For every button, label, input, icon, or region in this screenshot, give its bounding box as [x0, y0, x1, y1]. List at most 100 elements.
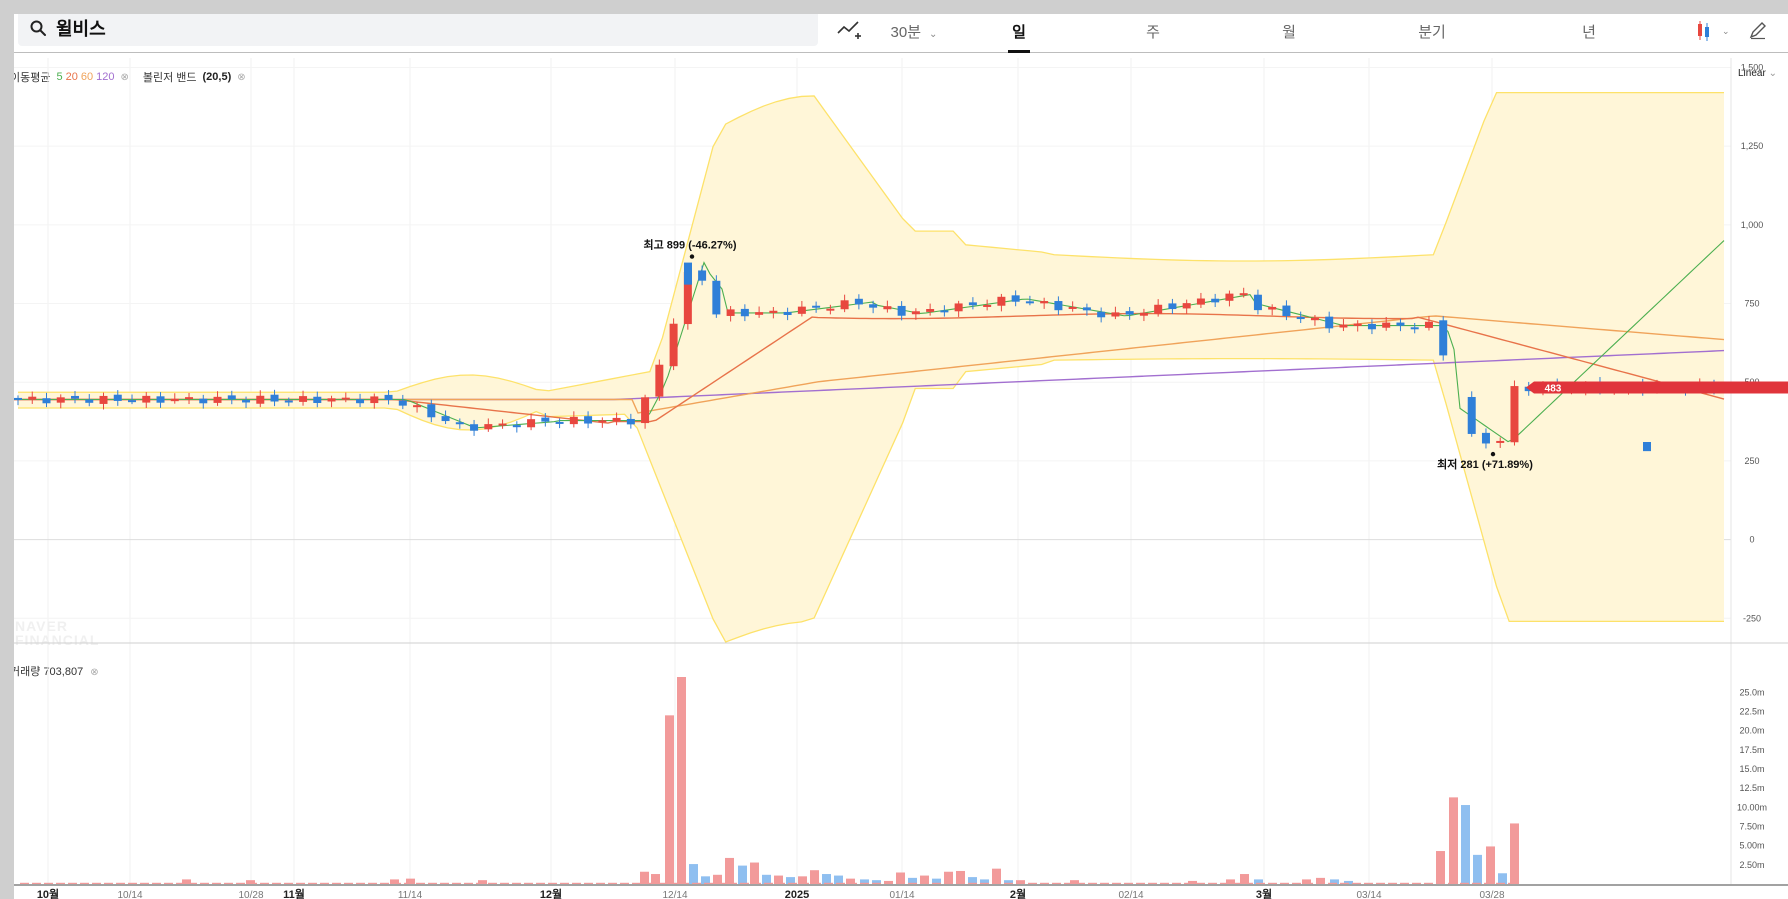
volume-bar: [44, 882, 53, 884]
candle-body: [427, 404, 436, 418]
candle-body: [1282, 305, 1291, 316]
volume-bar: [1304, 882, 1313, 884]
candle-body: [142, 395, 151, 403]
volume-bar: [428, 882, 437, 884]
volume-bar: [980, 882, 989, 884]
remove-volume-icon[interactable]: ⊗: [90, 667, 98, 678]
candle-body: [1011, 295, 1020, 302]
volume-bar: [1496, 882, 1505, 884]
volume-bar: [944, 871, 953, 884]
volume-bar: [1460, 882, 1469, 884]
candle-body: [669, 323, 678, 367]
candle-body: [498, 423, 507, 426]
candle-body: [1581, 383, 1590, 390]
candle-type-icon[interactable]: ⌄: [1694, 19, 1734, 43]
candle-body: [527, 419, 536, 428]
svg-text:⌄: ⌄: [1722, 26, 1730, 36]
volume-bar: [1160, 882, 1169, 884]
volume-tick-label: 2.50m: [1739, 860, 1764, 870]
volume-bar: [896, 872, 905, 884]
tab-month[interactable]: 월: [1274, 14, 1304, 52]
candle-body: [398, 400, 407, 406]
volume-bar: [164, 882, 173, 884]
volume-bar: [1124, 882, 1133, 884]
volume-tick-label: 10.00m: [1737, 802, 1767, 812]
volume-bar: [1412, 882, 1421, 884]
candle-body: [612, 417, 621, 422]
tab-week[interactable]: 주: [1138, 14, 1168, 52]
scale-selector[interactable]: Linear ⌄: [1738, 68, 1777, 79]
candle-body: [783, 311, 792, 315]
candle-body: [1553, 383, 1562, 389]
candle-body: [370, 396, 379, 404]
candle-body: [954, 303, 963, 312]
volume-bar: [1064, 882, 1073, 884]
volume-bar: [1254, 879, 1263, 884]
candle-body: [185, 397, 194, 400]
volume-bar: [1112, 882, 1121, 884]
volume-bar: [896, 882, 905, 884]
volume-bar: [608, 882, 617, 884]
candle-body: [1068, 306, 1077, 309]
volume-bar: [776, 882, 785, 884]
volume-bar: [416, 882, 425, 884]
candle-body: [1538, 384, 1547, 390]
bollinger-label: 볼린저 밴드: [142, 72, 197, 84]
candle-body: [470, 424, 479, 431]
candle-body: [242, 400, 251, 403]
volume-bar: [665, 715, 674, 884]
candle-body: [712, 280, 721, 315]
candle-body: [840, 300, 849, 310]
volume-bar: [128, 882, 137, 884]
remove-bollinger-icon[interactable]: ⊗: [237, 72, 245, 83]
x-tick-label: 2월: [1010, 887, 1026, 899]
x-tick-label: 11월: [283, 887, 305, 899]
bollinger-params: (20,5): [202, 71, 232, 83]
tab-day[interactable]: 일: [1004, 14, 1034, 52]
volume-bar: [1226, 879, 1235, 884]
x-tick-label: 10/14: [117, 890, 142, 899]
candle-body: [1154, 304, 1163, 314]
candle-body: [997, 296, 1006, 306]
volume-bar: [1220, 882, 1229, 884]
draw-tool-icon[interactable]: [836, 19, 862, 41]
price-chart[interactable]: 1,5001,2501,0007505002500-250최고 899 (-46…: [14, 14, 1788, 899]
candle-body: [1652, 385, 1661, 391]
volume-bar: [260, 882, 269, 884]
candle-body: [1382, 322, 1391, 328]
volume-tick-label: 22.5m: [1739, 707, 1764, 717]
volume-bar: [320, 882, 329, 884]
candle-body: [555, 421, 564, 424]
volume-bar: [1316, 877, 1325, 884]
volume-bar: [344, 882, 353, 884]
volume-bar: [1196, 882, 1205, 884]
volume-bar: [188, 882, 197, 884]
volume-bar: [182, 879, 191, 884]
indicator-legend: 이동평균 5 20 60 120 ⊗ 볼린저 밴드 (20,5) ⊗: [14, 69, 246, 85]
volume-bar: [1136, 882, 1145, 884]
tab-30min[interactable]: 30분 ⌄: [884, 14, 944, 52]
tab-year[interactable]: 년: [1574, 14, 1604, 52]
remove-ma-icon[interactable]: ⊗: [120, 72, 128, 83]
volume-bar: [992, 882, 1001, 884]
candle-body: [1481, 432, 1490, 444]
pen-icon[interactable]: [1748, 20, 1768, 40]
candle-body: [854, 298, 863, 305]
low-marker: [1490, 451, 1496, 457]
bollinger-band-fill: [18, 92, 1724, 642]
volume-bar: [272, 882, 281, 884]
volume-bar: [236, 882, 245, 884]
price-tick-label: 250: [1744, 456, 1759, 466]
tab-quarter[interactable]: 분기: [1412, 14, 1452, 52]
candle-body: [1710, 383, 1718, 389]
volume-bar: [104, 882, 113, 884]
volume-bar: [956, 882, 965, 884]
volume-bar: [116, 882, 125, 884]
stock-search-box[interactable]: 윌비스: [18, 14, 818, 46]
volume-bar: [1330, 879, 1339, 884]
volume-bar: [440, 882, 449, 884]
candle-body: [299, 396, 308, 402]
volume-bar: [1344, 880, 1353, 884]
volume-bar: [1302, 879, 1311, 884]
candle-body: [1467, 396, 1476, 434]
